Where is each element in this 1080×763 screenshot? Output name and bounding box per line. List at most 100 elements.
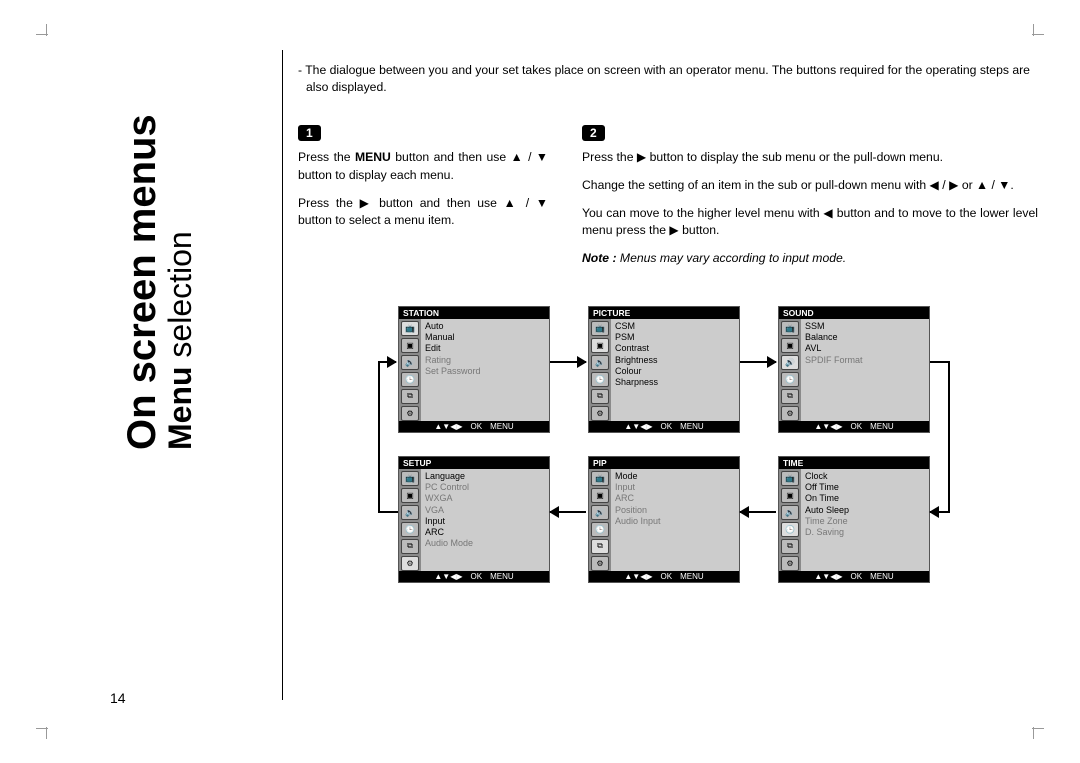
menu-item: Balance bbox=[805, 332, 925, 343]
menu-tab-icon: 🔊 bbox=[781, 355, 799, 370]
menu-item: Off Time bbox=[805, 482, 925, 493]
menu-tab-icon: ⧉ bbox=[401, 389, 419, 404]
page-number: 14 bbox=[110, 690, 126, 706]
menu-item: PSM bbox=[615, 332, 735, 343]
menu-item: Rating bbox=[425, 355, 545, 366]
step-2-para-1: Press the ▶ button to display the sub me… bbox=[582, 149, 1038, 167]
arrow-left-icon bbox=[930, 511, 950, 513]
menu-header: PICTURE bbox=[589, 307, 739, 319]
menu-item: VGA bbox=[425, 505, 545, 516]
menu-item: Audio Input bbox=[615, 516, 735, 527]
menu-item: AVL bbox=[805, 343, 925, 354]
nav-arrows-icon: ▲▼◀▶ bbox=[814, 422, 842, 431]
intro-text: The dialogue between you and your set ta… bbox=[298, 62, 1038, 96]
menu-item-list: ModeInputARCPositionAudio Input bbox=[611, 469, 739, 571]
note: Note : Menus may vary according to input… bbox=[582, 250, 1038, 268]
menu-item-list: AutoManualEditRatingSet Password bbox=[421, 319, 549, 421]
menu-tab-icon: ⧉ bbox=[781, 539, 799, 554]
menu-tab-icon: 📺 bbox=[781, 471, 799, 486]
menu-tab-icon: 📺 bbox=[781, 321, 799, 336]
step-1-badge: 1 bbox=[298, 125, 321, 141]
menu-tab-icon: 🕒 bbox=[781, 372, 799, 387]
menu-item: Manual bbox=[425, 332, 545, 343]
menu-tab-icon: 🔊 bbox=[401, 505, 419, 520]
menu-item: Language bbox=[425, 471, 545, 482]
connector-line bbox=[948, 361, 950, 511]
step-2-para-3: You can move to the higher level menu wi… bbox=[582, 205, 1038, 240]
menu-tab-icon: 🕒 bbox=[401, 372, 419, 387]
arrow-right-icon bbox=[378, 361, 396, 363]
menu-item: D. Saving bbox=[805, 527, 925, 538]
menu-item-list: ClockOff TimeOn TimeAuto SleepTime ZoneD… bbox=[801, 469, 929, 571]
menu-tab-icon: ▣ bbox=[591, 488, 609, 503]
menu-tab-icon: 📺 bbox=[591, 321, 609, 336]
nav-arrows-icon: ▲▼◀▶ bbox=[624, 572, 652, 581]
menu-label: MENU bbox=[680, 572, 704, 581]
step-2-para-2: Change the setting of an item in the sub… bbox=[582, 177, 1038, 195]
menu-item: On Time bbox=[805, 493, 925, 504]
menu-tab-icon: 📺 bbox=[401, 471, 419, 486]
vertical-divider bbox=[282, 50, 283, 700]
menu-tab-strip: 📺▣🔊🕒⧉⚙ bbox=[779, 319, 801, 421]
menu-item-list: SSMBalanceAVLSPDIF Format bbox=[801, 319, 929, 421]
connector-line bbox=[930, 361, 950, 363]
menu-tab-icon: 🔊 bbox=[781, 505, 799, 520]
menu-item: Audio Mode bbox=[425, 538, 545, 549]
menu-tab-icon: ▣ bbox=[401, 338, 419, 353]
menu-tab-icon: ▣ bbox=[401, 488, 419, 503]
nav-arrows-icon: ▲▼◀▶ bbox=[434, 572, 462, 581]
menu-footer: ▲▼◀▶OKMENU bbox=[399, 571, 549, 582]
menu-station: STATION📺▣🔊🕒⧉⚙AutoManualEditRatingSet Pas… bbox=[398, 306, 550, 433]
menu-item: ARC bbox=[615, 493, 735, 504]
menu-item: Auto Sleep bbox=[805, 505, 925, 516]
menu-tab-strip: 📺▣🔊🕒⧉⚙ bbox=[399, 469, 421, 571]
menu-tab-icon: ⚙ bbox=[401, 556, 419, 571]
menu-tab-icon: 🔊 bbox=[591, 505, 609, 520]
manual-page: On screen menus Menu selection 14 The di… bbox=[0, 0, 1080, 763]
menu-tab-icon: ⚙ bbox=[781, 406, 799, 421]
trim-mark bbox=[1033, 727, 1034, 739]
menu-tab-strip: 📺▣🔊🕒⧉⚙ bbox=[589, 319, 611, 421]
menu-tab-strip: 📺▣🔊🕒⧉⚙ bbox=[589, 469, 611, 571]
menu-label: MENU bbox=[870, 572, 894, 581]
ok-label: OK bbox=[471, 422, 483, 431]
menu-header: SOUND bbox=[779, 307, 929, 319]
menu-item: Set Password bbox=[425, 366, 545, 377]
menu-tab-icon: 🔊 bbox=[401, 355, 419, 370]
step-1-para-2: Press the ▶ button and then use ▲ / ▼ bu… bbox=[298, 195, 548, 230]
menu-footer: ▲▼◀▶ OK MENU bbox=[589, 571, 739, 582]
menu-tab-strip: 📺▣🔊🕒⧉⚙ bbox=[399, 319, 421, 421]
menu-label: MENU bbox=[680, 422, 704, 431]
connector-line bbox=[378, 511, 398, 513]
arrow-left-icon bbox=[740, 511, 776, 513]
menu-item: SPDIF Format bbox=[805, 355, 925, 366]
arrow-right-icon bbox=[740, 361, 776, 363]
menu-setup: SETUP📺▣🔊🕒⧉⚙LanguagePC ControlWXGAVGAInpu… bbox=[398, 456, 550, 583]
step-1-para-1: Press the MENU button and then use ▲ / ▼… bbox=[298, 149, 548, 184]
menu-tab-icon: ⚙ bbox=[401, 406, 419, 421]
menu-sound: SOUND📺▣🔊🕒⧉⚙SSMBalanceAVLSPDIF Format▲▼◀▶… bbox=[778, 306, 930, 433]
menu-item: Position bbox=[615, 505, 735, 516]
menu-item: Colour bbox=[615, 366, 735, 377]
subtitle-light: selection bbox=[162, 231, 198, 366]
arrow-left-icon bbox=[550, 511, 586, 513]
menu-item: Mode bbox=[615, 471, 735, 482]
nav-arrows-icon: ▲▼◀▶ bbox=[814, 572, 842, 581]
menu-item: Sharpness bbox=[615, 377, 735, 388]
ok-label: OK bbox=[471, 572, 483, 581]
menu-footer: ▲▼◀▶ OK MENU bbox=[779, 571, 929, 582]
menu-tab-icon: ▣ bbox=[591, 338, 609, 353]
ok-label: OK bbox=[661, 572, 673, 581]
step-2: 2 Press the ▶ button to display the sub … bbox=[582, 124, 1038, 277]
ok-label: OK bbox=[851, 572, 863, 581]
menu-label: MENU bbox=[870, 422, 894, 431]
menu-item-list: CSMPSMContrastBrightnessColourSharpness bbox=[611, 319, 739, 421]
subtitle-bold: Menu bbox=[162, 366, 198, 450]
menu-item-list: LanguagePC ControlWXGAVGAInputARCAudio M… bbox=[421, 469, 549, 571]
trim-mark bbox=[46, 727, 47, 739]
trim-mark bbox=[1033, 24, 1034, 36]
menu-header: PIP bbox=[589, 457, 739, 469]
menu-tab-icon: ⚙ bbox=[591, 406, 609, 421]
menu-item: Input bbox=[615, 482, 735, 493]
menu-diagram: STATION📺▣🔊🕒⧉⚙AutoManualEditRatingSet Pas… bbox=[298, 306, 1038, 626]
